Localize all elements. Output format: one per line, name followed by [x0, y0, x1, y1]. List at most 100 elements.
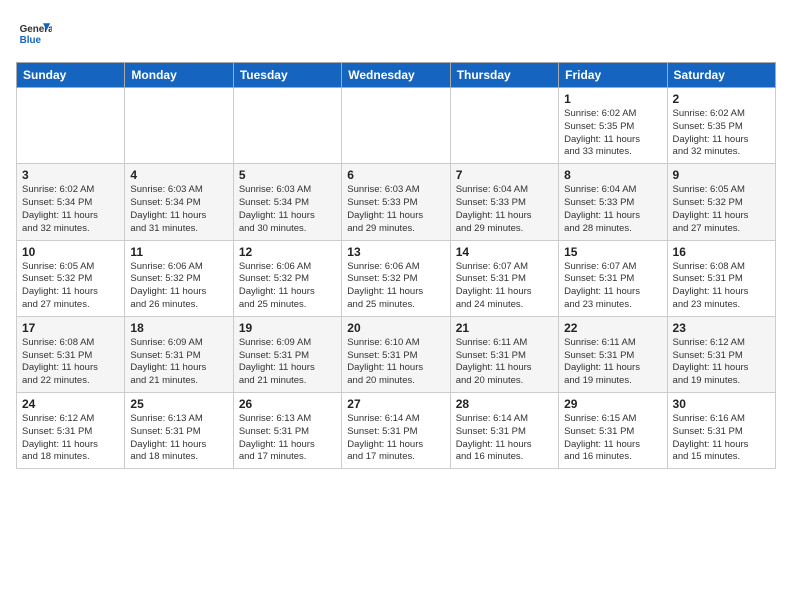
day-number: 17: [22, 321, 119, 335]
calendar-cell: 22 Sunrise: 6:11 AM Sunset: 5:31 PM Dayli…: [559, 316, 667, 392]
day-info: Sunrise: 6:15 AM Sunset: 5:31 PM Dayligh…: [564, 413, 661, 464]
day-number: 27: [347, 397, 444, 411]
day-info: Sunrise: 6:04 AM Sunset: 5:33 PM Dayligh…: [456, 184, 553, 235]
day-info: Sunrise: 6:04 AM Sunset: 5:33 PM Dayligh…: [564, 184, 661, 235]
day-info: Sunrise: 6:03 AM Sunset: 5:33 PM Dayligh…: [347, 184, 444, 235]
day-info: Sunrise: 6:13 AM Sunset: 5:31 PM Dayligh…: [130, 413, 227, 464]
day-number: 8: [564, 168, 661, 182]
calendar-cell: 7 Sunrise: 6:04 AM Sunset: 5:33 PM Daylig…: [450, 164, 558, 240]
day-number: 10: [22, 245, 119, 259]
day-info: Sunrise: 6:05 AM Sunset: 5:32 PM Dayligh…: [22, 261, 119, 312]
day-number: 7: [456, 168, 553, 182]
day-info: Sunrise: 6:02 AM Sunset: 5:35 PM Dayligh…: [673, 108, 770, 159]
calendar-cell: 8 Sunrise: 6:04 AM Sunset: 5:33 PM Daylig…: [559, 164, 667, 240]
calendar-cell: [17, 88, 125, 164]
day-info: Sunrise: 6:11 AM Sunset: 5:31 PM Dayligh…: [456, 337, 553, 388]
calendar-cell: 19 Sunrise: 6:09 AM Sunset: 5:31 PM Dayli…: [233, 316, 341, 392]
day-info: Sunrise: 6:14 AM Sunset: 5:31 PM Dayligh…: [347, 413, 444, 464]
calendar-week-3: 10 Sunrise: 6:05 AM Sunset: 5:32 PM Dayli…: [17, 240, 776, 316]
day-info: Sunrise: 6:11 AM Sunset: 5:31 PM Dayligh…: [564, 337, 661, 388]
weekday-header-tuesday: Tuesday: [233, 63, 341, 88]
calendar-cell: 4 Sunrise: 6:03 AM Sunset: 5:34 PM Daylig…: [125, 164, 233, 240]
day-number: 13: [347, 245, 444, 259]
day-info: Sunrise: 6:07 AM Sunset: 5:31 PM Dayligh…: [564, 261, 661, 312]
day-number: 20: [347, 321, 444, 335]
day-info: Sunrise: 6:09 AM Sunset: 5:31 PM Dayligh…: [130, 337, 227, 388]
day-info: Sunrise: 6:08 AM Sunset: 5:31 PM Dayligh…: [673, 261, 770, 312]
calendar-cell: 27 Sunrise: 6:14 AM Sunset: 5:31 PM Dayli…: [342, 393, 450, 469]
day-info: Sunrise: 6:07 AM Sunset: 5:31 PM Dayligh…: [456, 261, 553, 312]
day-number: 2: [673, 92, 770, 106]
day-info: Sunrise: 6:03 AM Sunset: 5:34 PM Dayligh…: [130, 184, 227, 235]
calendar-cell: 6 Sunrise: 6:03 AM Sunset: 5:33 PM Daylig…: [342, 164, 450, 240]
calendar-cell: 10 Sunrise: 6:05 AM Sunset: 5:32 PM Dayli…: [17, 240, 125, 316]
day-number: 9: [673, 168, 770, 182]
page-header: General Blue: [16, 16, 776, 52]
calendar-cell: [450, 88, 558, 164]
calendar-cell: [233, 88, 341, 164]
calendar-week-2: 3Sunrise: 6:02 AM Sunset: 5:34 PM Daylig…: [17, 164, 776, 240]
calendar-cell: 24Sunrise: 6:12 AM Sunset: 5:31 PM Dayli…: [17, 393, 125, 469]
day-number: 25: [130, 397, 227, 411]
calendar-cell: 26 Sunrise: 6:13 AM Sunset: 5:31 PM Dayli…: [233, 393, 341, 469]
calendar-cell: 3Sunrise: 6:02 AM Sunset: 5:34 PM Daylig…: [17, 164, 125, 240]
day-info: Sunrise: 6:13 AM Sunset: 5:31 PM Dayligh…: [239, 413, 336, 464]
day-info: Sunrise: 6:03 AM Sunset: 5:34 PM Dayligh…: [239, 184, 336, 235]
weekday-header-sunday: Sunday: [17, 63, 125, 88]
weekday-header-saturday: Saturday: [667, 63, 775, 88]
day-number: 30: [673, 397, 770, 411]
calendar-cell: 20Sunrise: 6:10 AM Sunset: 5:31 PM Dayli…: [342, 316, 450, 392]
day-number: 11: [130, 245, 227, 259]
calendar-cell: 17 Sunrise: 6:08 AM Sunset: 5:31 PM Dayli…: [17, 316, 125, 392]
calendar-cell: 16 Sunrise: 6:08 AM Sunset: 5:31 PM Dayli…: [667, 240, 775, 316]
calendar-cell: 25 Sunrise: 6:13 AM Sunset: 5:31 PM Dayli…: [125, 393, 233, 469]
day-number: 14: [456, 245, 553, 259]
day-number: 26: [239, 397, 336, 411]
day-number: 23: [673, 321, 770, 335]
day-info: Sunrise: 6:12 AM Sunset: 5:31 PM Dayligh…: [673, 337, 770, 388]
calendar-cell: 5 Sunrise: 6:03 AM Sunset: 5:34 PM Daylig…: [233, 164, 341, 240]
day-info: Sunrise: 6:14 AM Sunset: 5:31 PM Dayligh…: [456, 413, 553, 464]
svg-text:Blue: Blue: [20, 35, 42, 46]
day-number: 18: [130, 321, 227, 335]
weekday-header-row: SundayMondayTuesdayWednesdayThursdayFrid…: [17, 63, 776, 88]
calendar-cell: 14 Sunrise: 6:07 AM Sunset: 5:31 PM Dayli…: [450, 240, 558, 316]
calendar-cell: 23 Sunrise: 6:12 AM Sunset: 5:31 PM Dayli…: [667, 316, 775, 392]
day-number: 6: [347, 168, 444, 182]
weekday-header-friday: Friday: [559, 63, 667, 88]
calendar-cell: 21 Sunrise: 6:11 AM Sunset: 5:31 PM Dayli…: [450, 316, 558, 392]
day-number: 16: [673, 245, 770, 259]
day-number: 21: [456, 321, 553, 335]
calendar-cell: 29Sunrise: 6:15 AM Sunset: 5:31 PM Dayli…: [559, 393, 667, 469]
calendar-cell: [125, 88, 233, 164]
calendar-cell: 2 Sunrise: 6:02 AM Sunset: 5:35 PM Daylig…: [667, 88, 775, 164]
day-info: Sunrise: 6:08 AM Sunset: 5:31 PM Dayligh…: [22, 337, 119, 388]
calendar-cell: 11 Sunrise: 6:06 AM Sunset: 5:32 PM Dayli…: [125, 240, 233, 316]
calendar-week-4: 17 Sunrise: 6:08 AM Sunset: 5:31 PM Dayli…: [17, 316, 776, 392]
day-info: Sunrise: 6:06 AM Sunset: 5:32 PM Dayligh…: [347, 261, 444, 312]
calendar-header: SundayMondayTuesdayWednesdayThursdayFrid…: [17, 63, 776, 88]
day-info: Sunrise: 6:09 AM Sunset: 5:31 PM Dayligh…: [239, 337, 336, 388]
calendar-cell: 15 Sunrise: 6:07 AM Sunset: 5:31 PM Dayli…: [559, 240, 667, 316]
day-info: Sunrise: 6:06 AM Sunset: 5:32 PM Dayligh…: [130, 261, 227, 312]
day-number: 19: [239, 321, 336, 335]
weekday-header-thursday: Thursday: [450, 63, 558, 88]
day-number: 24: [22, 397, 119, 411]
day-number: 4: [130, 168, 227, 182]
calendar-cell: [342, 88, 450, 164]
calendar-body: 1Sunrise: 6:02 AM Sunset: 5:35 PM Daylig…: [17, 88, 776, 469]
calendar-cell: 30 Sunrise: 6:16 AM Sunset: 5:31 PM Dayli…: [667, 393, 775, 469]
calendar-cell: 1Sunrise: 6:02 AM Sunset: 5:35 PM Daylig…: [559, 88, 667, 164]
day-info: Sunrise: 6:05 AM Sunset: 5:32 PM Dayligh…: [673, 184, 770, 235]
day-number: 5: [239, 168, 336, 182]
weekday-header-monday: Monday: [125, 63, 233, 88]
day-info: Sunrise: 6:02 AM Sunset: 5:34 PM Dayligh…: [22, 184, 119, 235]
calendar-cell: 28Sunrise: 6:14 AM Sunset: 5:31 PM Dayli…: [450, 393, 558, 469]
day-number: 15: [564, 245, 661, 259]
logo-icon: General Blue: [16, 16, 52, 52]
day-info: Sunrise: 6:16 AM Sunset: 5:31 PM Dayligh…: [673, 413, 770, 464]
logo: General Blue: [16, 16, 56, 52]
day-number: 22: [564, 321, 661, 335]
calendar-cell: 12Sunrise: 6:06 AM Sunset: 5:32 PM Dayli…: [233, 240, 341, 316]
day-info: Sunrise: 6:02 AM Sunset: 5:35 PM Dayligh…: [564, 108, 661, 159]
